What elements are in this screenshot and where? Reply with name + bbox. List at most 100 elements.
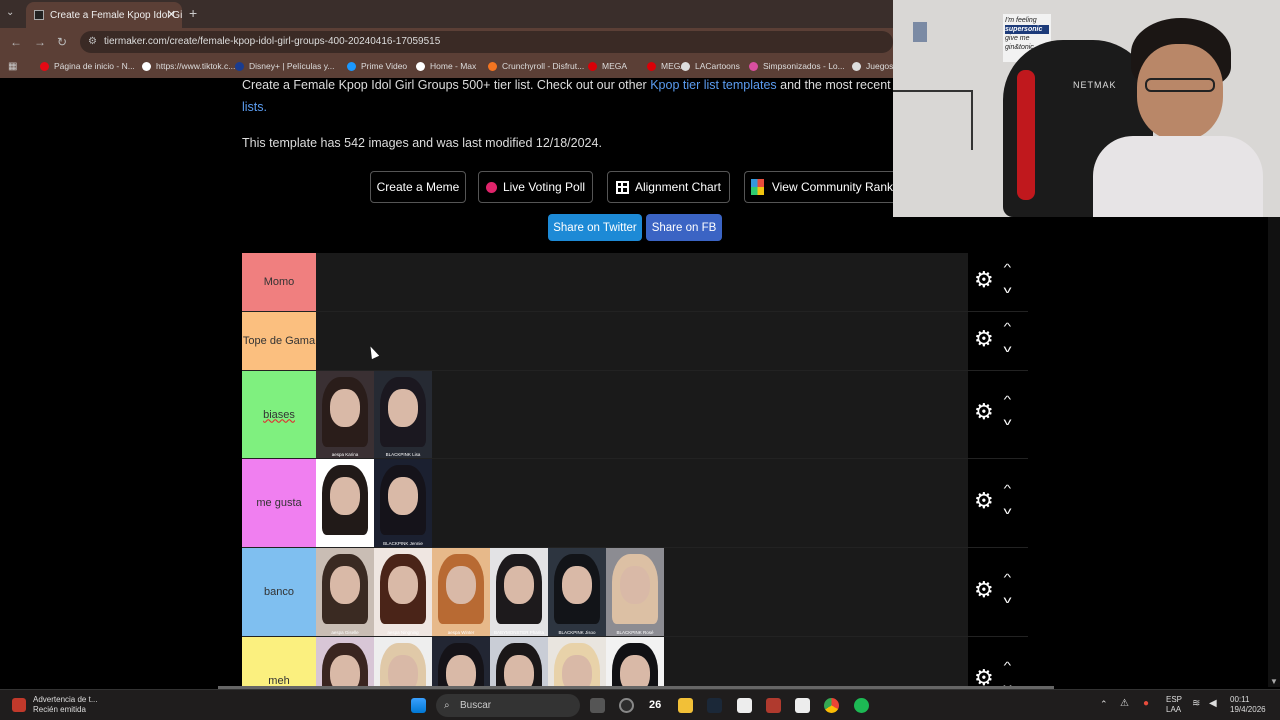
idol-card[interactable]: BLACKPINK Lisa (374, 371, 432, 458)
create-meme-button[interactable]: Create a Meme (370, 171, 466, 203)
tier-label[interactable]: Tope de Gama (242, 312, 316, 370)
share-twitter-button[interactable]: Share on Twitter (548, 214, 642, 241)
tier-settings-gear-icon[interactable]: ⚙ (974, 399, 994, 425)
bookmark-item[interactable]: Página de inicio - N... (40, 61, 135, 71)
document-icon[interactable] (737, 698, 752, 713)
task-view-icon[interactable] (590, 698, 605, 713)
template-description: Create a Female Kpop Idol Girl Groups 50… (242, 78, 902, 118)
bookmark-item[interactable]: Prime Video (347, 61, 407, 71)
microphone-icon[interactable]: ● (1143, 698, 1149, 709)
tier-items[interactable]: aespa Giselle aespa Ningning aespa Winter B… (316, 548, 968, 636)
bookmark-item[interactable]: Home - Max (416, 61, 476, 71)
tier-settings-gear-icon[interactable]: ⚙ (974, 665, 994, 687)
game-launcher-icon[interactable] (766, 698, 781, 713)
bookmark-item[interactable]: MEGA (588, 61, 627, 71)
tier-label[interactable]: biases (242, 371, 316, 458)
idol-card[interactable] (606, 637, 664, 687)
steam-icon[interactable] (707, 698, 722, 713)
wall-sticker (913, 22, 927, 42)
bookmark-item[interactable]: Crunchyroll - Disfrut... (488, 61, 584, 71)
view-community-rank-button[interactable]: View Community Rank (744, 171, 893, 203)
move-tier-up-icon[interactable]: ^ (1004, 484, 1012, 495)
move-tier-up-icon[interactable]: ^ (1004, 322, 1012, 333)
chrome-icon[interactable] (824, 698, 839, 713)
tier-items[interactable] (316, 253, 968, 311)
idol-card[interactable]: BLACKPINK Jennie (374, 459, 432, 547)
share-fb-button[interactable]: Share on FB (646, 214, 722, 241)
wifi-icon[interactable]: ≋ (1192, 698, 1200, 709)
tier-settings-gear-icon[interactable]: ⚙ (974, 577, 994, 603)
forward-icon[interactable]: → (34, 35, 46, 49)
move-tier-up-icon[interactable]: ^ (1004, 661, 1012, 672)
app-shell-icon[interactable] (619, 698, 634, 713)
tab-close-icon[interactable]: ✕ (167, 8, 176, 21)
idol-card[interactable] (316, 637, 374, 687)
move-tier-down-icon[interactable]: v (1004, 417, 1012, 428)
recent-lists-link[interactable]: lists. (242, 100, 267, 114)
tier-items[interactable] (316, 312, 968, 370)
tier-label[interactable]: meh (242, 637, 316, 687)
move-tier-up-icon[interactable]: ^ (1004, 263, 1012, 274)
tier-settings-gear-icon[interactable]: ⚙ (974, 326, 994, 352)
idol-card[interactable] (490, 637, 548, 687)
idol-card[interactable]: BLACKPINK Rosé (606, 548, 664, 636)
idol-card[interactable]: aespa Karina (316, 371, 374, 458)
idol-card[interactable] (548, 637, 606, 687)
language-indicator[interactable]: ESP (1166, 695, 1182, 704)
back-icon[interactable]: ← (10, 35, 22, 49)
idol-card[interactable]: aespa Ningning (374, 548, 432, 636)
tier-label[interactable]: me gusta (242, 459, 316, 547)
site-info-icon[interactable]: ⚙ (88, 31, 97, 53)
move-tier-down-icon[interactable]: v (1004, 595, 1012, 606)
tier-settings-gear-icon[interactable]: ⚙ (974, 488, 994, 514)
idol-card[interactable]: BABYMONSTER Pharita (490, 548, 548, 636)
move-tier-up-icon[interactable]: ^ (1004, 395, 1012, 406)
clock-time[interactable]: 00:11 (1230, 695, 1249, 704)
scroll-down-icon[interactable]: ▼ (1270, 677, 1278, 686)
create-meme-label: Create a Meme (376, 180, 460, 194)
address-bar[interactable]: ⚙ tiermaker.com/create/female-kpop-idol-… (80, 31, 893, 53)
spotify-icon[interactable] (854, 698, 869, 713)
calendar-badge[interactable]: 26 (649, 699, 661, 711)
bookmark-item[interactable]: Disney+ | Películas y... (235, 61, 334, 71)
windows-start-icon[interactable] (411, 698, 426, 713)
live-voting-poll-button[interactable]: Live Voting Poll (478, 171, 593, 203)
notification-alert-icon[interactable] (12, 698, 26, 712)
taskbar-search[interactable]: ⌕ Buscar (436, 694, 580, 717)
new-tab-button[interactable]: + (189, 5, 197, 21)
network-icon[interactable]: ⚠ (1120, 698, 1129, 709)
tier-items[interactable]: aespa Karina BLACKPINK Lisa (316, 371, 968, 458)
move-tier-down-icon[interactable]: v (1004, 344, 1012, 355)
notification-title[interactable]: Advertencia de t... (33, 695, 97, 704)
idol-card[interactable]: aespa Giselle (316, 548, 374, 636)
idol-card[interactable]: aespa Winter (432, 548, 490, 636)
alignment-chart-button[interactable]: Alignment Chart (607, 171, 730, 203)
bookmark-item[interactable]: LACartoons (681, 61, 740, 71)
volume-icon[interactable]: ◀ (1209, 698, 1217, 709)
move-tier-up-icon[interactable]: ^ (1004, 573, 1012, 584)
reload-icon[interactable]: ↻ (57, 35, 67, 49)
move-tier-down-icon[interactable]: v (1004, 285, 1012, 296)
bookmark-item[interactable]: https://www.tiktok.c... (142, 61, 235, 71)
tier-label[interactable]: Momo (242, 253, 316, 311)
tier-items[interactable] (316, 637, 968, 687)
page-scrollbar[interactable]: ▼ (1268, 217, 1280, 687)
kpop-templates-link[interactable]: Kpop tier list templates (650, 78, 776, 92)
move-tier-down-icon[interactable]: v (1004, 506, 1012, 517)
idol-card[interactable] (432, 637, 490, 687)
tier-items[interactable]: BABYMONSTER Ahyeon BLACKPINK Jennie (316, 459, 968, 547)
notepad-icon[interactable] (795, 698, 810, 713)
idol-card[interactable]: BABYMONSTER Ahyeon (316, 459, 374, 547)
bookmark-item[interactable]: Simpsonizados - Lo... (749, 61, 845, 71)
apps-grid-icon[interactable]: ▦ (8, 61, 17, 72)
bookmark-label: Home - Max (430, 61, 477, 71)
file-explorer-icon[interactable] (678, 698, 693, 713)
idol-card[interactable]: BLACKPINK Jisoo (548, 548, 606, 636)
tab-search-icon[interactable]: ⌄ (6, 7, 14, 18)
tier-label[interactable]: banco (242, 548, 316, 636)
idol-card[interactable] (374, 637, 432, 687)
tier-settings-gear-icon[interactable]: ⚙ (974, 267, 994, 293)
tab-active[interactable]: Create a Female Kpop Idol Girl ✕ (26, 2, 182, 28)
chevron-up-icon[interactable]: ⌃ (1100, 699, 1108, 710)
bookmark-item[interactable]: Juegos (852, 61, 893, 71)
